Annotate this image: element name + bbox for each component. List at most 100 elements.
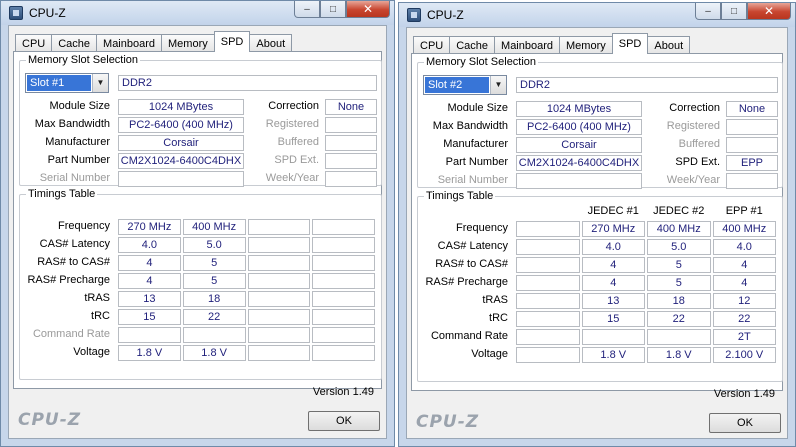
timing-cell <box>516 239 580 255</box>
timing-row-label: Frequency <box>58 220 110 232</box>
timing-cell <box>118 327 181 343</box>
registered-value <box>726 119 778 135</box>
timing-cell: 4 <box>712 275 776 291</box>
version-label: Version 1.49 <box>713 388 775 400</box>
maximize-icon: □ <box>730 5 738 17</box>
correction-label: Correction <box>669 102 720 114</box>
timing-cell <box>312 219 375 235</box>
timing-cell: 4 <box>712 257 776 273</box>
timing-row-label: RAS# Precharge <box>425 276 508 288</box>
spd-ext-label: SPD Ext. <box>675 156 720 168</box>
tab-spd[interactable]: SPD <box>213 31 251 52</box>
memory-slot-group: Memory Slot Selection Slot #1 ▼ DDR2 Module … <box>19 54 382 187</box>
slot-select[interactable]: Slot #1 ▼ <box>25 73 109 93</box>
timing-cell <box>247 255 311 271</box>
title-bar[interactable]: CPU-Z ‒ □ ✕ <box>1 1 394 25</box>
window-title: CPU-Z <box>427 8 464 22</box>
timing-row-label: Voltage <box>471 348 508 360</box>
tab-strip: CPU Cache Mainboard Memory SPD About <box>413 33 691 54</box>
timing-cell: 18 <box>182 291 246 307</box>
chevron-down-icon[interactable]: ▼ <box>490 76 506 94</box>
timing-cell: 22 <box>647 311 711 327</box>
tab-cpu[interactable]: CPU <box>413 36 451 54</box>
spd-panel: Memory Slot Selection Slot #2 ▼ DDR2 Module … <box>411 53 783 391</box>
client-area: CPU Cache Mainboard Memory SPD About Memory Sl… <box>406 27 788 439</box>
close-icon: ✕ <box>362 2 374 16</box>
slot-select-value: Slot #2 <box>425 77 489 93</box>
correction-value: None <box>325 99 377 115</box>
tab-cpu[interactable]: CPU <box>15 34 53 52</box>
minimize-button[interactable]: ‒ <box>695 3 721 20</box>
ok-button[interactable]: OK <box>308 411 380 431</box>
timings-table-group: Timings Table JEDEC #1 JEDEC #2 EPP #1 Frequ… <box>417 190 783 382</box>
part-number-value: CM2X1024-6400C4DHX <box>118 153 244 169</box>
manufacturer-value: Corsair <box>516 137 642 153</box>
timing-cell <box>516 293 580 309</box>
timing-cell <box>247 291 311 307</box>
max-bandwidth-label: Max Bandwidth <box>34 118 110 130</box>
timing-cell: 1.8 V <box>581 347 645 363</box>
timing-cell: 5.0 <box>647 239 711 255</box>
ok-button[interactable]: OK <box>709 413 781 433</box>
tab-cache[interactable]: Cache <box>51 34 98 52</box>
tab-memory[interactable]: Memory <box>161 34 215 52</box>
manufacturer-label: Manufacturer <box>45 136 110 148</box>
timing-row-label: Voltage <box>73 346 110 358</box>
timing-cell <box>516 257 580 273</box>
tab-about[interactable]: About <box>249 34 293 52</box>
tab-about[interactable]: About <box>647 36 691 54</box>
manufacturer-value: Corsair <box>118 135 244 151</box>
window-controls: ‒ □ ✕ <box>294 1 390 18</box>
slot-select[interactable]: Slot #2 ▼ <box>423 75 507 95</box>
window-title: CPU-Z <box>29 6 66 20</box>
tab-mainboard[interactable]: Mainboard <box>494 36 561 54</box>
buffered-label: Buffered <box>277 136 319 148</box>
serial-number-value <box>118 171 244 187</box>
timing-cell <box>312 255 375 271</box>
timing-cell <box>516 347 580 363</box>
timing-cell: 2T <box>712 329 776 345</box>
timing-cell: 5 <box>182 273 246 289</box>
timing-cell: 5 <box>647 257 711 273</box>
module-size-value: 1024 MBytes <box>516 101 642 117</box>
timing-cell <box>312 237 375 253</box>
tab-cache[interactable]: Cache <box>449 36 496 54</box>
timing-column-header: EPP #1 <box>725 205 763 217</box>
timing-cell <box>247 219 311 235</box>
serial-number-value <box>516 173 642 189</box>
timing-row-label: RAS# Precharge <box>27 274 110 286</box>
timing-cell: 12 <box>712 293 776 309</box>
timing-cell: 18 <box>647 293 711 309</box>
timing-cell <box>516 275 580 291</box>
maximize-button[interactable]: □ <box>320 1 346 18</box>
timing-cell: 4.0 <box>118 237 181 253</box>
serial-number-label: Serial Number <box>437 174 508 186</box>
timing-cell: 5 <box>182 255 246 271</box>
timing-cell: 22 <box>182 309 246 325</box>
maximize-button[interactable]: □ <box>721 3 747 20</box>
minimize-button[interactable]: ‒ <box>294 1 320 18</box>
timing-cell <box>647 329 711 345</box>
close-button[interactable]: ✕ <box>747 3 791 20</box>
timing-column-header: JEDEC #1 <box>587 205 639 217</box>
chevron-down-icon[interactable]: ▼ <box>92 74 108 92</box>
cpuz-footer-logo: CPU-Z <box>416 412 480 432</box>
maximize-icon: □ <box>329 3 337 15</box>
manufacturer-label: Manufacturer <box>443 138 508 150</box>
minimize-icon: ‒ <box>705 5 711 17</box>
module-size-value: 1024 MBytes <box>118 99 244 115</box>
title-bar[interactable]: CPU-Z ‒ □ ✕ <box>399 3 795 27</box>
tab-mainboard[interactable]: Mainboard <box>96 34 163 52</box>
timing-cell: 4.0 <box>581 239 645 255</box>
correction-value: None <box>726 101 778 117</box>
tab-spd[interactable]: SPD <box>611 33 649 54</box>
close-button[interactable]: ✕ <box>346 1 390 18</box>
timing-cell <box>182 327 246 343</box>
timing-cell <box>247 345 311 361</box>
buffered-value <box>726 137 778 153</box>
buffered-value <box>325 135 377 151</box>
tab-memory[interactable]: Memory <box>559 36 613 54</box>
timing-cell: 4 <box>118 255 181 271</box>
timing-cell <box>312 273 375 289</box>
spd-ext-label: SPD Ext. <box>274 154 319 166</box>
